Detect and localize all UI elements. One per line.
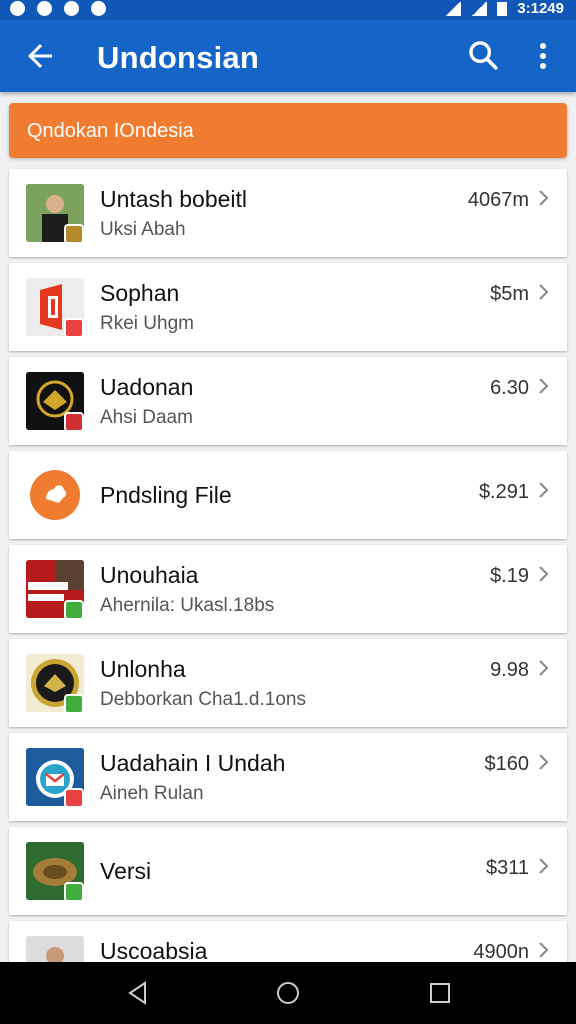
chevron-right-icon <box>539 660 549 676</box>
app-bar: Undonsian <box>0 20 576 92</box>
battery-icon <box>497 1 508 16</box>
clock: 3:1249 <box>517 0 564 17</box>
chevron-right-icon <box>539 284 549 300</box>
list-item[interactable]: Sophan Rkei Uhgm $5m <box>9 263 567 351</box>
badge-icon <box>64 600 84 620</box>
item-subtitle: Uksi Abah <box>100 219 186 240</box>
more-options-icon[interactable] <box>530 40 556 72</box>
chevron-right-icon <box>539 378 549 394</box>
item-value: $160 <box>484 753 530 775</box>
nav-back-icon[interactable] <box>125 980 151 1006</box>
status-right: 3:1249 <box>445 0 564 17</box>
item-subtitle: Aineh Rulan <box>100 783 204 804</box>
chevron-right-icon <box>539 190 549 206</box>
nav-home-icon[interactable] <box>275 980 301 1006</box>
item-title: Pndsling File <box>100 482 232 508</box>
notification-icons <box>10 1 106 16</box>
item-title: Uscoabsia <box>100 938 208 964</box>
item-value: $.291 <box>478 481 529 503</box>
item-title: Unouhaia <box>100 562 199 588</box>
page-title: Undonsian <box>97 40 259 75</box>
notification-icon <box>10 1 25 16</box>
item-value: 6.30 <box>490 377 529 399</box>
chevron-right-icon <box>539 566 549 582</box>
list-item[interactable]: Unlonha Debborkan Cha1.d.1ons 9.98 <box>9 639 567 727</box>
item-value: $311 <box>485 857 529 879</box>
badge-icon <box>64 882 84 902</box>
badge-icon <box>64 788 84 808</box>
notification-icon <box>64 1 79 16</box>
badge-icon <box>64 318 84 338</box>
item-value: $5m <box>490 283 529 305</box>
wifi-icon <box>445 1 462 16</box>
status-bar: 3:1249 <box>0 0 576 20</box>
item-value: 9.98 <box>490 659 529 681</box>
item-title: Untash bobeitl <box>100 186 248 212</box>
item-title: Uadahain I Undah <box>100 750 286 776</box>
item-subtitle: Rkei Uhgm <box>100 313 194 334</box>
item-list: Untash bobeitl Uksi Abah 4067m Sophan Rk… <box>9 169 567 1015</box>
badge-icon <box>64 412 84 432</box>
chevron-right-icon <box>539 754 549 770</box>
chevron-right-icon <box>539 858 549 874</box>
badge-icon <box>64 224 84 244</box>
item-value: 4900n <box>473 941 529 963</box>
item-thumbnail <box>26 466 84 524</box>
list-item[interactable]: Untash bobeitl Uksi Abah 4067m <box>9 169 567 257</box>
list-item[interactable]: Versi $311 <box>9 827 567 915</box>
list-item[interactable]: Uadonan Ahsi Daam 6.30 <box>9 357 567 445</box>
banner-label: Qndokan IOndesia <box>27 120 194 142</box>
search-icon[interactable] <box>466 38 500 72</box>
item-title: Sophan <box>100 280 180 306</box>
item-title: Unlonha <box>100 656 186 682</box>
notification-icon <box>91 1 106 16</box>
chevron-right-icon <box>539 942 549 958</box>
badge-icon <box>64 694 84 714</box>
signal-icon <box>471 1 488 16</box>
notification-icon <box>37 1 52 16</box>
category-banner[interactable]: Qndokan IOndesia <box>9 103 567 158</box>
list-item[interactable]: Pndsling File $.291 <box>9 451 567 539</box>
system-nav-bar <box>0 962 576 1024</box>
back-arrow-icon[interactable] <box>22 38 58 74</box>
item-subtitle: Ahernila: Ukasl.18bs <box>100 595 275 616</box>
item-subtitle: Ahsi Daam <box>100 407 193 428</box>
item-title: Versi <box>100 858 152 884</box>
list-item[interactable]: Uadahain I Undah Aineh Rulan $160 <box>9 733 567 821</box>
list-item[interactable]: Unouhaia Ahernila: Ukasl.18bs $.19 <box>9 545 567 633</box>
item-value: $.19 <box>490 565 529 587</box>
item-value: 4067m <box>467 189 529 211</box>
chevron-right-icon <box>539 482 549 498</box>
item-title: Uadonan <box>100 374 194 400</box>
item-subtitle: Debborkan Cha1.d.1ons <box>100 689 306 710</box>
nav-recents-icon[interactable] <box>427 980 453 1006</box>
